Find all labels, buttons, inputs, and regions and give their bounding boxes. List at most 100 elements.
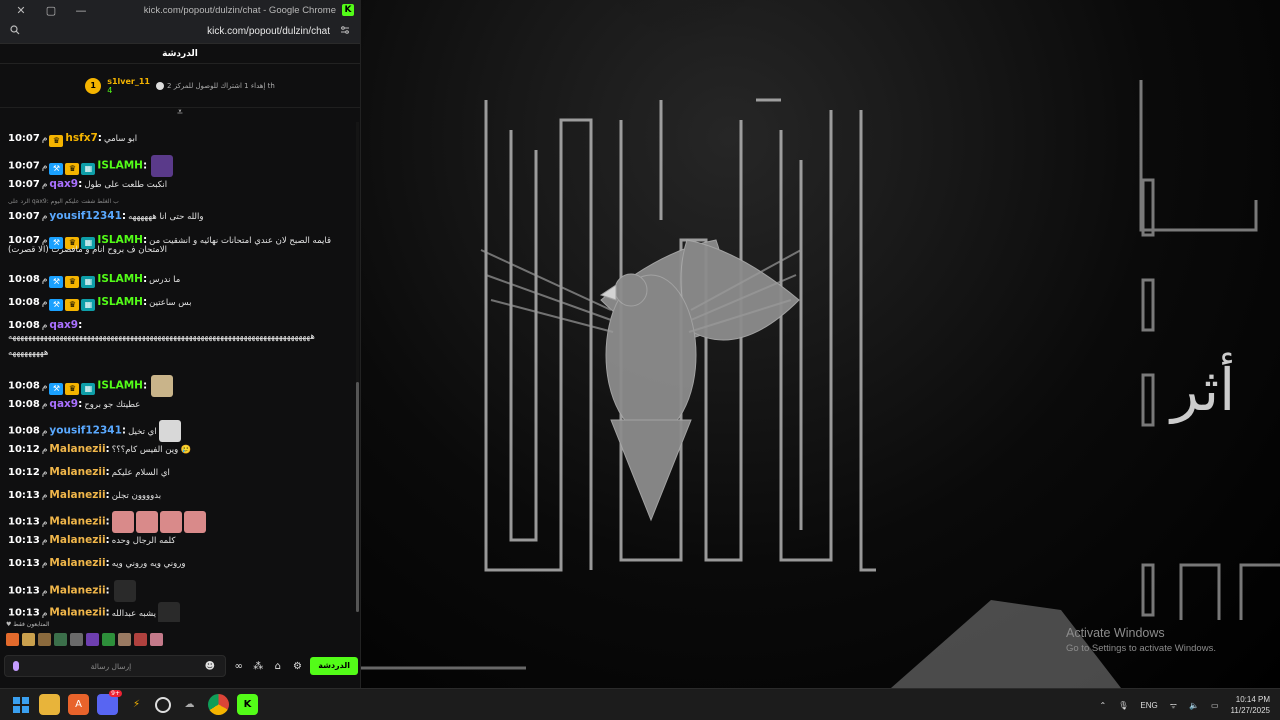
emote[interactable] xyxy=(118,633,131,646)
microphone-icon[interactable] xyxy=(13,661,19,671)
restore-window-button[interactable]: ▢ xyxy=(36,4,66,17)
message-text: يشبه عبدالله xyxy=(111,608,156,619)
emote[interactable] xyxy=(134,633,147,646)
message-username[interactable]: Malanezii xyxy=(49,607,105,619)
emoji-icon[interactable]: ☻ xyxy=(203,661,217,672)
message-username[interactable]: qax9 xyxy=(49,319,78,331)
search-icon[interactable] xyxy=(8,25,22,38)
crown-badge-icon[interactable]: ♛ xyxy=(65,382,80,395)
discord-icon[interactable]: 9+ xyxy=(97,690,122,715)
emote-image xyxy=(113,580,136,602)
message-username[interactable]: ISLAMH xyxy=(97,273,143,285)
message-username[interactable]: ISLAMH xyxy=(97,380,143,392)
message-time: 10:07 xyxy=(8,160,40,172)
emote-image xyxy=(111,511,134,533)
message-username[interactable]: qax9 xyxy=(49,398,78,410)
username-colon: : xyxy=(121,424,127,437)
emote[interactable] xyxy=(22,633,35,646)
chat-message: 10:08 م ⚒ ♛ ▦ ISLAMH: ما ندرس xyxy=(8,273,348,288)
emote[interactable] xyxy=(150,633,163,646)
message-username[interactable]: Malanezii xyxy=(49,443,105,455)
message-time: 10:07 xyxy=(8,179,40,190)
tray-chevron-icon[interactable]: ⌃ xyxy=(1100,701,1107,710)
message-ampm: م xyxy=(41,517,48,528)
app-flash-icon[interactable]: ⚡ xyxy=(126,694,147,715)
infinity-icon[interactable]: ∞ xyxy=(232,661,246,672)
message-username[interactable]: Malanezii xyxy=(49,557,105,569)
scrollbar-thumb[interactable] xyxy=(356,382,359,612)
start-button-icon[interactable] xyxy=(10,694,31,715)
mod-badge-icon[interactable]: ⚒ xyxy=(49,382,64,395)
crown-badge-icon[interactable]: ♛ xyxy=(65,162,80,175)
message-time: 10:08 xyxy=(8,380,40,392)
url-text[interactable]: kick.com/popout/dulzin/chat xyxy=(22,26,338,37)
followers-only-label: ♥ المتابعون فقط xyxy=(6,621,50,628)
message-username[interactable]: Malanezii xyxy=(49,489,105,501)
sub-badge-icon[interactable]: ▦ xyxy=(81,299,96,311)
refresh-app-icon[interactable] xyxy=(155,696,171,713)
cloud-app-icon[interactable]: ☁ xyxy=(179,694,200,715)
message-username[interactable]: ISLAMH xyxy=(97,160,143,172)
message-username[interactable]: Malanezii xyxy=(49,585,105,597)
discord-badge: 9+ xyxy=(109,690,122,697)
message-username[interactable]: Malanezii xyxy=(49,534,105,546)
message-ampm: م xyxy=(41,134,48,144)
chat-message: 10:13 م Malanezii: كلمه الرجال وحده xyxy=(8,534,348,546)
language-indicator[interactable]: ENG xyxy=(1140,701,1157,710)
emote[interactable] xyxy=(102,633,115,646)
app-a-icon[interactable]: A xyxy=(68,694,89,715)
emote[interactable] xyxy=(38,633,51,646)
chat-scrollbar[interactable] xyxy=(356,122,359,612)
crown-badge-icon[interactable]: ♛ xyxy=(49,135,64,147)
chat-input[interactable]: إرسال رسالة ☻ xyxy=(4,655,226,677)
gear-icon[interactable]: ⚙ xyxy=(291,661,305,672)
mod-badge-icon[interactable]: ⚒ xyxy=(49,276,64,288)
message-text: بدوووون تجلن xyxy=(111,491,162,501)
chrome-popup-window: ✕ ▢ — kick.com/popout/dulzin/chat - Goog… xyxy=(0,0,361,688)
sub-badge-icon[interactable]: ▦ xyxy=(81,382,96,395)
kick-app-icon[interactable]: K xyxy=(237,694,258,715)
activate-title: Activate Windows xyxy=(1066,626,1165,640)
crown-badge-icon[interactable]: ♛ xyxy=(65,299,80,311)
emote[interactable] xyxy=(86,633,99,646)
battery-icon[interactable]: ▭ xyxy=(1211,701,1219,710)
message-username[interactable]: yousif12341 xyxy=(49,425,121,437)
chrome-icon[interactable] xyxy=(208,694,229,715)
sub-badge-icon[interactable]: ▦ xyxy=(81,276,96,288)
minimize-window-button[interactable]: — xyxy=(66,4,96,17)
emote[interactable] xyxy=(70,633,83,646)
message-time: 10:08 xyxy=(8,297,40,308)
site-settings-icon[interactable] xyxy=(338,25,352,38)
emote[interactable] xyxy=(6,633,19,646)
collapse-chevron-icon[interactable]: ⩡ xyxy=(0,108,360,120)
sub-badge-icon[interactable]: ▦ xyxy=(81,162,96,175)
crown-badge-icon[interactable]: ♛ xyxy=(65,276,80,288)
username-colon: : xyxy=(142,273,148,285)
microphone-tray-icon[interactable]: 🎙 xyxy=(1118,701,1128,710)
store-icon[interactable]: ⌂ xyxy=(271,661,285,672)
message-username[interactable]: qax9 xyxy=(49,178,78,190)
mod-badge-icon[interactable]: ⚒ xyxy=(49,162,64,175)
volume-icon[interactable]: 🔈 xyxy=(1189,701,1199,710)
message-username[interactable]: Malanezii xyxy=(49,466,105,478)
clock[interactable]: 10:14 PM 11/27/2025 xyxy=(1231,694,1270,716)
send-chat-button[interactable]: الدردشة xyxy=(310,657,359,675)
gift-icon[interactable]: ⁂ xyxy=(251,661,265,672)
emote-image xyxy=(183,511,206,533)
mod-badge-icon[interactable]: ⚒ xyxy=(49,299,64,311)
emote[interactable] xyxy=(54,633,67,646)
top-gifters-banner[interactable]: 1 s1lver_11 4 إهداء 1 اشتراك للوصول للمر… xyxy=(0,64,360,108)
message-username[interactable]: ISLAMH xyxy=(97,296,143,308)
chat-message: 10:07 م yousif12341: والله حتى انا ههههههه xyxy=(8,210,348,222)
message-username[interactable]: yousif12341 xyxy=(49,210,121,222)
activate-subtitle: Go to Settings to activate Windows. xyxy=(1066,643,1216,654)
message-continuation: الامتحان ف بروح انام و مافصرت (الا قصرت) xyxy=(8,245,167,255)
message-ampm: م xyxy=(41,426,48,437)
username-colon: : xyxy=(78,178,83,190)
message-username[interactable]: Malanezii xyxy=(49,516,105,528)
message-ampm: م xyxy=(41,212,48,222)
wifi-icon[interactable]: ᯤ xyxy=(1170,700,1177,711)
close-window-button[interactable]: ✕ xyxy=(6,4,36,17)
file-explorer-icon[interactable] xyxy=(39,694,60,715)
message-username[interactable]: hsfx7 xyxy=(65,132,97,144)
